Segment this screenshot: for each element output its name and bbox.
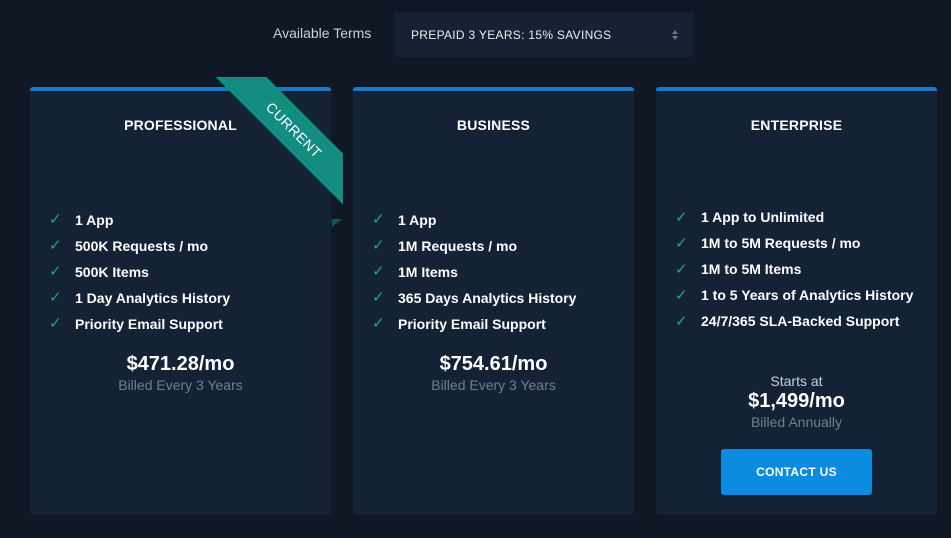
feature-item: ✓ 1M Items [372, 259, 622, 285]
feature-item: ✓ 1M to 5M Items [675, 261, 802, 278]
check-icon: ✓ [372, 263, 385, 280]
check-icon: ✓ [675, 261, 688, 278]
check-icon: ✓ [675, 313, 688, 330]
contact-us-button[interactable]: CONTACT US [721, 449, 872, 495]
feature-item: ✓ 1 App to Unlimited [675, 209, 825, 226]
terms-label: Available Terms [273, 25, 372, 41]
feature-item: ✓ 365 Days Analytics History [372, 285, 622, 311]
check-icon: ✓ [49, 237, 62, 254]
feature-item: ✓ 24/7/365 SLA-Backed Support [675, 313, 900, 330]
plan-price: $754.61/mo [439, 353, 548, 375]
feature-item: ✓ 1M Requests / mo [372, 233, 622, 259]
billing-period: Billed Every 3 Years [118, 377, 243, 393]
feature-item: ✓ 500K Requests / mo [49, 233, 319, 259]
plan-card-business: BUSINESS ✓ 1 App ✓ 1M Requests / mo ✓ 1M It… [353, 87, 634, 515]
check-icon: ✓ [372, 211, 385, 228]
feature-item: ✓ 1 to 5 Years of Analytics History [675, 287, 914, 304]
billing-period: Billed Annually [750, 414, 843, 430]
plan-card-professional: PROFESSIONAL ✓ 1 App ✓ 500K Requests / mo … [30, 87, 331, 515]
check-icon: ✓ [49, 211, 62, 228]
plan-price: $471.28/mo [126, 353, 235, 375]
check-icon: ✓ [49, 315, 62, 332]
feature-item: ✓ 500K Items [49, 259, 319, 285]
plan-card-enterprise: ENTERPRISE ✓ 1 App to Unlimited ✓ 1M to 5M… [656, 87, 937, 515]
plan-title: PROFESSIONAL [124, 117, 237, 133]
feature-list: ✓ 1 App ✓ 500K Requests / mo ✓ 500K Items ✓… [49, 207, 319, 337]
feature-item: ✓ 1 Day Analytics History [49, 285, 319, 311]
feature-item: ✓ 1 App [372, 207, 622, 233]
feature-item: ✓ 1M to 5M Requests / mo [675, 235, 861, 252]
feature-item: ✓ Priority Email Support [49, 311, 319, 337]
terms-select[interactable]: PREPAID 3 YEARS: 15% SAVINGS [394, 12, 694, 57]
plan-price: $1,499/mo [748, 390, 845, 412]
check-icon: ✓ [675, 287, 688, 304]
price-block: Starts at $1,499/mo Billed Annually [656, 373, 937, 431]
check-icon: ✓ [372, 315, 385, 332]
price-block: $471.28/mo Billed Every 3 Years [30, 352, 331, 394]
up-down-arrows-icon [672, 29, 678, 40]
check-icon: ✓ [49, 289, 62, 306]
plan-title: ENTERPRISE [750, 117, 843, 133]
check-icon: ✓ [675, 209, 688, 226]
check-icon: ✓ [372, 237, 385, 254]
price-block: $754.61/mo Billed Every 3 Years [353, 352, 634, 394]
pricing-page: Available Terms PREPAID 3 YEARS: 15% SAV… [0, 0, 951, 538]
check-icon: ✓ [675, 235, 688, 252]
feature-item: ✓ Priority Email Support [372, 311, 622, 337]
feature-list: ✓ 1 App ✓ 1M Requests / mo ✓ 1M Items ✓ 365 … [372, 207, 622, 337]
plan-title: BUSINESS [456, 117, 531, 133]
check-icon: ✓ [49, 263, 62, 280]
feature-item: ✓ 1 App [49, 207, 319, 233]
ribbon-fold [332, 219, 342, 227]
billing-period: Billed Every 3 Years [431, 377, 556, 393]
price-prefix: Starts at [770, 373, 823, 389]
feature-list: ✓ 1 App to Unlimited ✓ 1M to 5M Requests /… [675, 207, 925, 337]
check-icon: ✓ [372, 289, 385, 306]
terms-select-value: PREPAID 3 YEARS: 15% SAVINGS [411, 27, 612, 42]
